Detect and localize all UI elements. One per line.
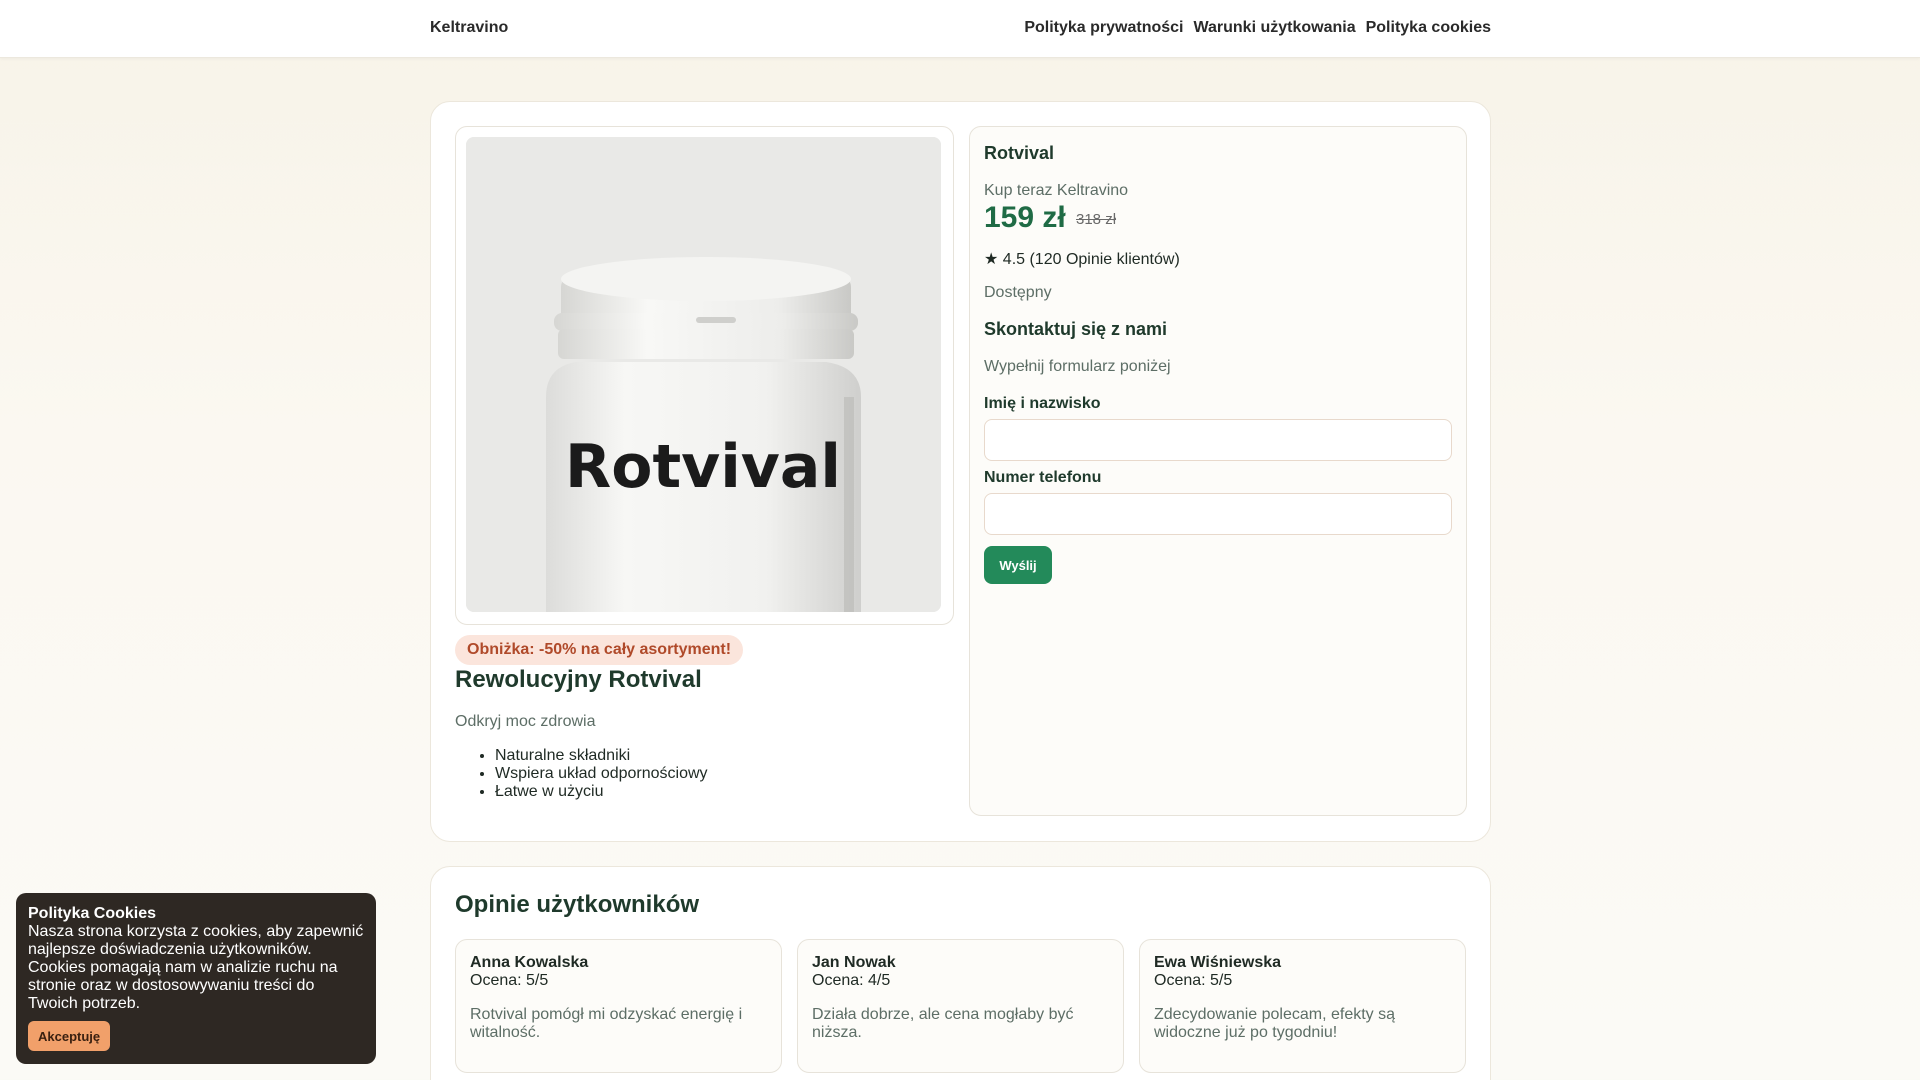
product-label-text: Rotvival (565, 432, 841, 502)
order-panel: Rotvival Kup teraz Keltravino 159 zł 318… (969, 126, 1467, 816)
feature-item: Naturalne składniki (495, 747, 708, 765)
product-subtitle: Odkryj moc zdrowia (455, 713, 596, 730)
promo-badge: Obniżka: -50% na cały asortyment! (455, 635, 744, 665)
current-price: 159 zł (984, 201, 1066, 234)
reviews-heading: Opinie użytkowników (455, 891, 700, 918)
feature-list: Naturalne składniki Wspiera układ odporn… (495, 747, 708, 801)
availability-status: Dostępny (984, 284, 1052, 301)
cookie-text: Nasza strona korzysta z cookies, aby zap… (28, 923, 364, 1012)
cookie-title: Polityka Cookies (28, 905, 157, 922)
old-price: 318 zł (1076, 211, 1117, 228)
buy-label: Kup teraz Keltravino (984, 182, 1129, 199)
review-rating: Ocena: 5/5 (1154, 972, 1233, 989)
review-card: Ewa Wiśniewska Ocena: 5/5 Zdecydowanie p… (1139, 939, 1466, 1073)
accept-cookies-button[interactable]: Akceptuję (28, 1021, 111, 1051)
review-author: Jan Nowak (812, 954, 896, 971)
review-rating: Ocena: 4/5 (812, 972, 891, 989)
product-image-frame: Rotvival (455, 126, 954, 625)
contact-subheading: Wypełnij formularz poniżej (984, 358, 1171, 375)
product-jar-illustration: Rotvival (466, 137, 941, 612)
nav-link-cookies[interactable]: Polityka cookies (1366, 19, 1491, 37)
review-text: Rotvival pomógł mi odzyskać energię i wi… (470, 1006, 743, 1041)
reviews-section: Opinie użytkowników Anna Kowalska Ocena:… (430, 866, 1491, 1080)
review-text: Zdecydowanie polecam, efekty są widoczne… (1154, 1006, 1396, 1041)
name-field[interactable] (984, 419, 1452, 461)
contact-heading: Skontaktuj się z nami (984, 319, 1168, 339)
brand-logo[interactable]: Keltravino (430, 19, 508, 37)
name-field-label: Imię i nazwisko (984, 395, 1101, 412)
review-card: Anna Kowalska Ocena: 5/5 Rotvival pomógł… (455, 939, 782, 1073)
review-card: Jan Nowak Ocena: 4/5 Działa dobrze, ale … (797, 939, 1124, 1073)
order-product-name: Rotvival (984, 143, 1055, 163)
review-text: Działa dobrze, ale cena mogłaby być niżs… (812, 1006, 1074, 1041)
feature-item: Wspiera układ odpornościowy (495, 765, 708, 783)
rating-summary: ★ 4.5 (120 Opinie klientów) (984, 251, 1180, 268)
footer-nav: Polityka prywatności Warunki użytkowania… (1024, 19, 1491, 37)
product-image: Rotvival (466, 137, 941, 612)
product-headline: Rewolucyjny Rotvival (455, 666, 702, 693)
cookie-banner: Polityka Cookies Nasza strona korzysta z… (16, 893, 376, 1064)
site-header: Keltravino Polityka prywatności Warunki … (0, 0, 1920, 58)
review-rating: Ocena: 5/5 (470, 972, 549, 989)
review-author: Ewa Wiśniewska (1154, 954, 1282, 971)
feature-item: Łatwe w użyciu (495, 783, 708, 801)
nav-link-privacy[interactable]: Polityka prywatności (1024, 19, 1183, 37)
nav-link-terms[interactable]: Warunki użytkowania (1194, 19, 1356, 37)
review-author: Anna Kowalska (470, 954, 589, 971)
phone-field-label: Numer telefonu (984, 469, 1102, 486)
product-card: Rotvival Obniżka: -50% na cały asortymen… (430, 101, 1491, 842)
phone-field[interactable] (984, 493, 1452, 535)
submit-button[interactable]: Wyślij (984, 546, 1052, 584)
